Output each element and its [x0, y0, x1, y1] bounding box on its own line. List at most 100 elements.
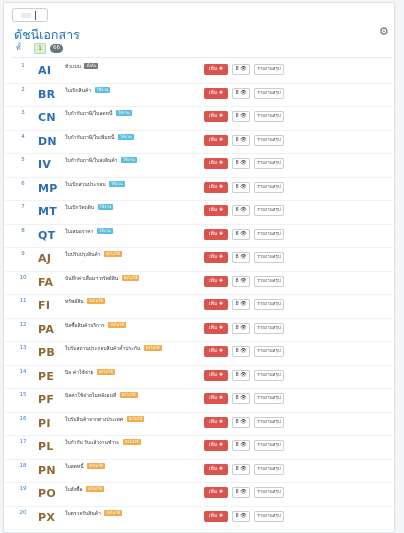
add-button[interactable]: เพิ่ม ✚ — [204, 205, 228, 216]
report-button[interactable]: รายงานสรุป — [254, 416, 284, 428]
add-button[interactable]: เพิ่ม ✚ — [204, 322, 228, 334]
report-button[interactable]: รายงานสรุป — [254, 134, 284, 146]
status-badge: ใช้งาน — [115, 110, 132, 116]
report-button[interactable]: รายงานสรุป — [254, 111, 284, 122]
document-code[interactable]: PN — [38, 464, 56, 477]
document-code[interactable]: PE — [38, 370, 54, 383]
add-button[interactable]: เพิ่ม ✚ — [204, 299, 228, 310]
document-code[interactable]: PF — [38, 393, 54, 406]
add-button[interactable]: เพิ่ม ✚ — [204, 87, 228, 99]
view-button[interactable]: 8 👁 — [232, 393, 250, 404]
document-code[interactable]: PO — [38, 487, 56, 500]
document-code[interactable]: PB — [38, 346, 55, 359]
document-name-group: ใบกำกับภาษี/ใบเพิ่มหนี้ ใช้งาน — [65, 133, 134, 142]
add-button[interactable]: เพิ่ม ✚ — [204, 111, 228, 122]
total-count-badge: 66 — [50, 44, 63, 53]
view-button[interactable]: 8 👁 — [232, 111, 250, 122]
document-code[interactable]: FA — [38, 276, 53, 289]
document-code[interactable]: AJ — [38, 252, 51, 265]
list-item: 1 AI ทั่วเเบบ ตั้งต้น เพิ่ม ✚ 8 👁 รายงาน… — [4, 60, 396, 84]
report-button[interactable]: รายงานสรุป — [254, 510, 284, 522]
view-button[interactable]: 8 👁 — [232, 510, 250, 522]
view-button[interactable]: 8 👁 — [232, 158, 250, 169]
view-button[interactable]: 8 👁 — [232, 64, 250, 75]
add-button[interactable]: เพิ่ม ✚ — [204, 369, 228, 381]
toggle-menu-button[interactable] — [12, 8, 48, 22]
document-code[interactable]: AI — [38, 64, 51, 77]
report-button[interactable]: รายงานสรุป — [254, 181, 284, 193]
report-button[interactable]: รายงานสรุป — [254, 369, 284, 381]
document-code[interactable]: BR — [38, 88, 55, 101]
view-button[interactable]: 8 👁 — [232, 322, 250, 334]
document-code[interactable]: PL — [38, 440, 54, 453]
report-button[interactable]: รายงานสรุป — [254, 393, 284, 404]
report-button[interactable]: รายงานสรุป — [254, 252, 284, 263]
status-badge: ยังไม่ใช้ — [143, 345, 162, 351]
document-code[interactable]: PI — [38, 417, 51, 430]
view-button[interactable]: 8 👁 — [232, 346, 250, 357]
report-button[interactable]: รายงานสรุป — [254, 205, 284, 216]
add-button[interactable]: เพิ่ม ✚ — [204, 463, 228, 475]
report-button[interactable]: รายงานสรุป — [254, 87, 284, 99]
view-button[interactable]: 8 👁 — [232, 416, 250, 428]
document-code[interactable]: MP — [38, 182, 58, 195]
view-button[interactable]: 8 👁 — [232, 228, 250, 240]
view-button[interactable]: 8 👁 — [232, 440, 250, 451]
add-button[interactable]: เพิ่ม ✚ — [204, 134, 228, 146]
add-button[interactable]: เพิ่ม ✚ — [204, 487, 228, 498]
view-button[interactable]: 8 👁 — [232, 134, 250, 146]
tab-count-badge[interactable]: 1 — [34, 43, 46, 54]
document-name-group: ใบกำกับ รับแล้วงานชำระ ยังไม่ใช้ — [65, 439, 141, 447]
add-button[interactable]: เพิ่ม ✚ — [204, 64, 228, 75]
document-code[interactable]: PX — [38, 511, 55, 524]
report-button[interactable]: รายงานสรุป — [254, 275, 284, 287]
list-item: 6 MP ใบเบิกส่วนประกอบ ใช้งาน เพิ่ม ✚ 8 👁… — [4, 178, 396, 201]
add-button[interactable]: เพิ่ม ✚ — [204, 416, 228, 428]
add-button[interactable]: เพิ่ม ✚ — [204, 181, 228, 193]
add-button[interactable]: เพิ่ม ✚ — [204, 252, 228, 263]
view-button[interactable]: 8 👁 — [232, 463, 250, 475]
report-button[interactable]: รายงานสรุป — [254, 346, 284, 357]
view-button[interactable]: 8 👁 — [232, 275, 250, 287]
tab-all[interactable]: ทั้ — [16, 43, 21, 54]
view-button[interactable]: 8 👁 — [232, 181, 250, 193]
report-button[interactable]: รายงานสรุป — [254, 440, 284, 451]
row-number: 7 — [21, 204, 25, 210]
add-button[interactable]: เพิ่ม ✚ — [204, 393, 228, 404]
document-code[interactable]: IV — [38, 158, 51, 171]
report-button[interactable]: รายงานสรุป — [254, 322, 284, 334]
document-code[interactable]: FI — [38, 299, 50, 312]
document-name-group: ใบเบิกสินค้า ใช้งาน — [65, 86, 111, 95]
document-code[interactable]: PA — [38, 323, 54, 336]
add-button[interactable]: เพิ่ม ✚ — [204, 440, 228, 451]
report-button[interactable]: รายงานสรุป — [254, 487, 284, 498]
status-badge: ตั้งต้น — [84, 63, 99, 69]
add-button[interactable]: เพิ่ม ✚ — [204, 346, 228, 357]
document-code[interactable]: QT — [38, 229, 55, 242]
row-number: 2 — [21, 86, 25, 93]
document-code[interactable]: CN — [38, 111, 56, 124]
report-button[interactable]: รายงานสรุป — [254, 64, 284, 75]
status-badge: ยังไม่ใช้ — [86, 486, 104, 492]
view-button[interactable]: 8 👁 — [232, 299, 250, 310]
list-item: 14 PE บิล ค่าใช้จ่าย ยังไม่ใช้ เพิ่ม ✚ 8… — [4, 366, 396, 389]
view-button[interactable]: 8 👁 — [232, 369, 250, 381]
view-button[interactable]: 8 👁 — [232, 252, 250, 263]
view-button[interactable]: 8 👁 — [232, 205, 250, 216]
add-button[interactable]: เพิ่ม ✚ — [204, 275, 228, 287]
report-button[interactable]: รายงานสรุป — [254, 158, 284, 169]
add-button[interactable]: เพิ่ม ✚ — [204, 228, 228, 240]
add-button[interactable]: เพิ่ม ✚ — [204, 510, 228, 522]
document-code[interactable]: DN — [38, 135, 57, 148]
document-name: ทั่วเเบบ — [65, 64, 81, 70]
document-name: ใบตรวจรับสินค้า — [65, 510, 101, 517]
document-code[interactable]: MT — [38, 205, 57, 218]
report-button[interactable]: รายงานสรุป — [254, 463, 284, 475]
document-name: ใบรับสถานประกอบสินค้าค้ำประกัน — [65, 346, 141, 352]
view-button[interactable]: 8 👁 — [232, 87, 250, 99]
report-button[interactable]: รายงานสรุป — [254, 299, 284, 310]
add-button[interactable]: เพิ่ม ✚ — [204, 158, 228, 169]
view-button[interactable]: 8 👁 — [232, 487, 250, 498]
report-button[interactable]: รายงานสรุป — [254, 228, 284, 240]
gear-icon[interactable]: ⚙ — [379, 26, 390, 37]
